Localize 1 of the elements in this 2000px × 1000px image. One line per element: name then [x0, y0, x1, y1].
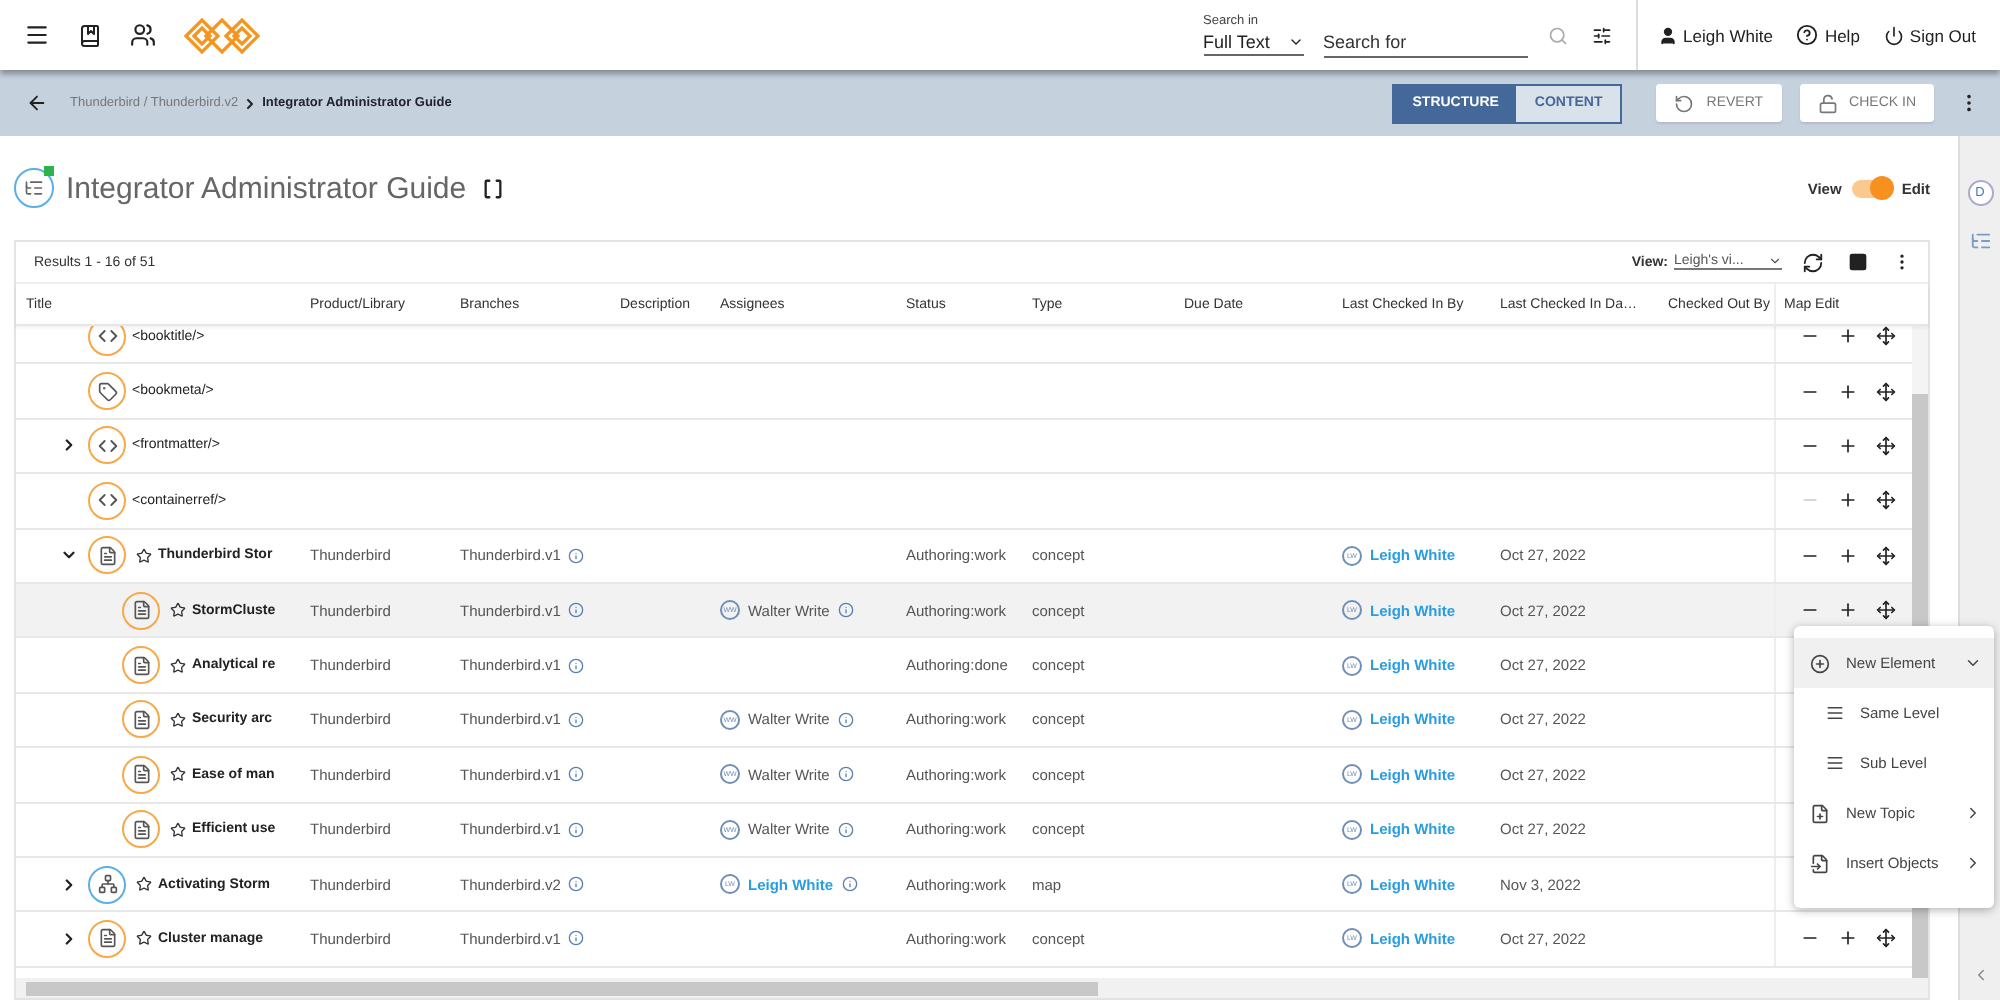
page-title: Integrator Administrator Guide: [66, 171, 467, 205]
